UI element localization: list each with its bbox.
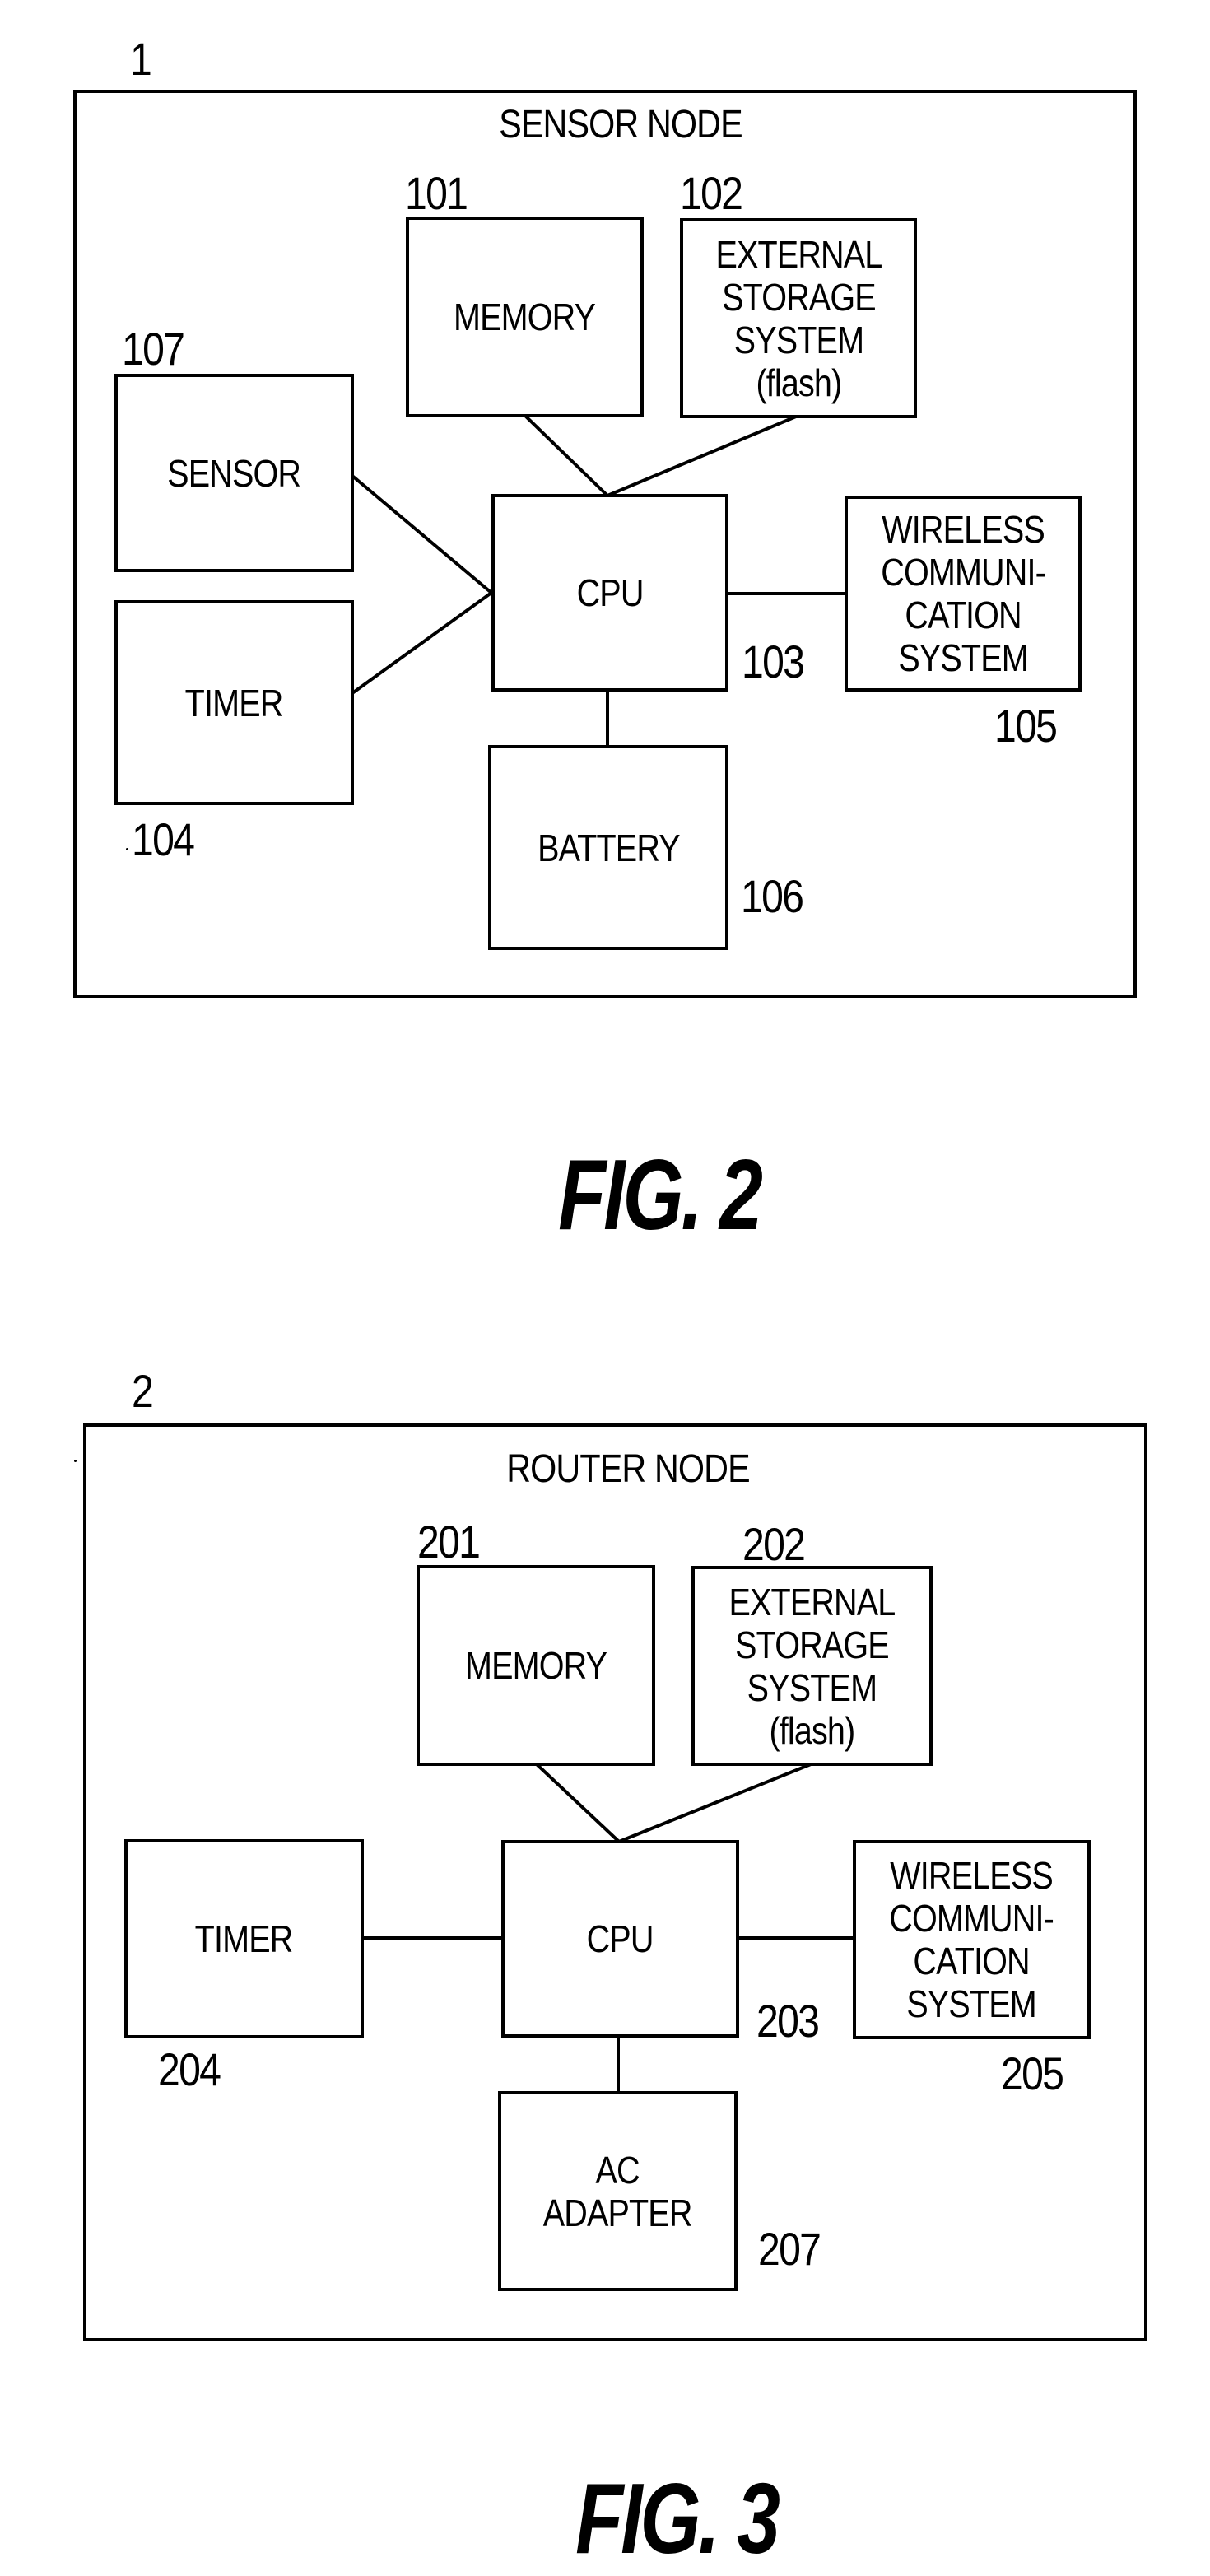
fig3-timer-block[interactable]: TIMER: [124, 1839, 364, 2038]
fig3-timer-label: TIMER: [195, 1917, 294, 1960]
fig3-external-storage-block[interactable]: EXTERNAL STORAGE SYSTEM (flash): [691, 1566, 933, 1766]
fig3-wireless-label: WIRELESS COMMUNI- CATION SYSTEM: [889, 1854, 1055, 2025]
fig3-external-storage-label: EXTERNAL STORAGE SYSTEM (flash): [728, 1580, 896, 1752]
fig3-node-ref-label: 2: [132, 1365, 154, 1417]
fig3-cpu-ref: 203: [756, 1995, 820, 2047]
fig3-ac-adapter-block[interactable]: AC ADAPTER: [498, 2091, 738, 2291]
fig3-ac-adapter-ref: 207: [758, 2223, 821, 2275]
fig3-wireless-ref: 205: [1001, 2047, 1064, 2099]
fig3-wireless-block[interactable]: WIRELESS COMMUNI- CATION SYSTEM: [853, 1840, 1091, 2039]
fig3-storage-ref: 202: [742, 1518, 806, 1570]
fig3-memory-ref: 201: [417, 1516, 481, 1567]
fig3-ac-adapter-label: AC ADAPTER: [543, 2148, 693, 2234]
scan-speck: [74, 1460, 77, 1462]
fig3-memory-block[interactable]: MEMORY: [417, 1565, 655, 1766]
figure-3-router-node: 2 ROUTER NODE 201 MEMORY 202 EXTERNAL ST…: [0, 0, 1210, 2576]
fig3-node-title: ROUTER NODE: [506, 1447, 750, 1491]
fig3-timer-ref: 204: [158, 2043, 221, 2095]
fig3-caption: FIG. 3: [575, 2462, 780, 2574]
fig3-memory-label: MEMORY: [464, 1644, 607, 1687]
fig3-cpu-block[interactable]: CPU: [501, 1840, 739, 2038]
fig3-cpu-label: CPU: [587, 1917, 654, 1960]
